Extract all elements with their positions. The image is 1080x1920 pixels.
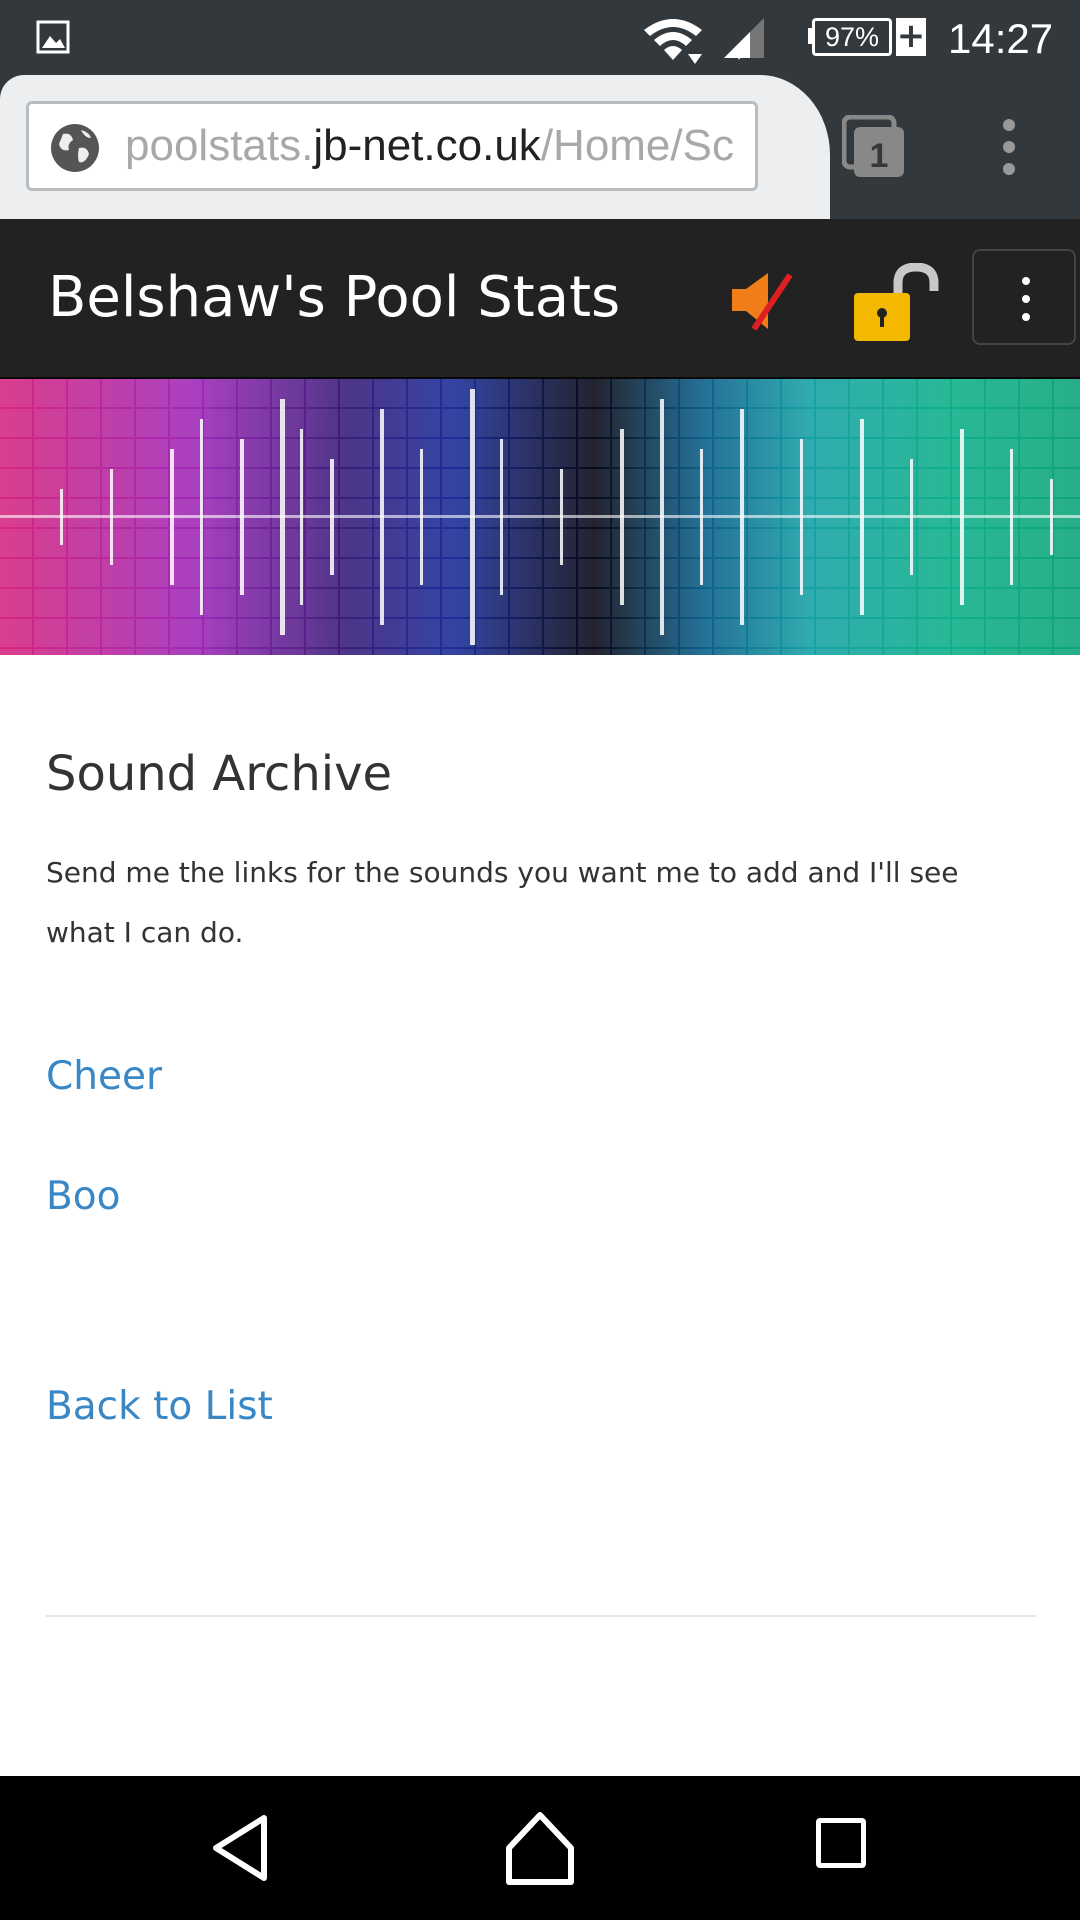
battery-percent: 97%: [824, 22, 880, 52]
more-vert-icon: [1003, 119, 1015, 175]
back-to-list-link[interactable]: Back to List: [46, 1382, 273, 1432]
url-prefix: poolstats.: [125, 121, 314, 170]
sound-wave-graphic: [0, 379, 1080, 655]
tab-switcher-button[interactable]: 1: [841, 114, 908, 181]
sound-link-cheer[interactable]: Cheer: [46, 1052, 162, 1102]
menu-toggle-button[interactable]: [972, 249, 1076, 345]
toggle-dot: [1022, 295, 1030, 303]
charging-icon: +: [896, 16, 926, 56]
back-icon[interactable]: [210, 1812, 270, 1884]
tab-switcher-icon: 1: [841, 114, 904, 177]
system-navigation-bar: [0, 1776, 1080, 1920]
sound-link-boo[interactable]: Boo: [46, 1172, 120, 1222]
clock: 14:27: [948, 15, 1054, 62]
toggle-dot: [1022, 313, 1030, 321]
app-navbar: Belshaw's Pool Stats: [0, 219, 1080, 379]
sound-wave-banner: [0, 379, 1080, 655]
unlocked-padlock-icon[interactable]: [850, 263, 942, 345]
page-title: Sound Archive: [46, 746, 393, 802]
url-text[interactable]: poolstats.jb-net.co.uk/Home/Sc: [125, 104, 734, 188]
url-domain: jb-net.co.uk: [313, 121, 541, 170]
battery-icon: 97%: [812, 18, 892, 56]
gallery-icon: [36, 20, 70, 54]
url-bar[interactable]: poolstats.jb-net.co.uk/Home/Sc: [26, 101, 758, 191]
globe-icon: [51, 124, 99, 172]
footer-divider: [46, 1615, 1036, 1617]
recent-apps-icon[interactable]: [816, 1818, 866, 1868]
tab-count: 1: [870, 137, 889, 175]
wifi-icon: [644, 19, 702, 64]
url-path: /Home/Sc: [540, 121, 734, 170]
brand-title[interactable]: Belshaw's Pool Stats: [48, 219, 620, 377]
browser-menu-button[interactable]: [990, 115, 1028, 179]
browser-toolbar: poolstats.jb-net.co.uk/Home/Sc 1: [0, 75, 1080, 219]
status-bar: 97% + 14:27: [0, 0, 1080, 75]
home-icon[interactable]: [505, 1810, 575, 1886]
sound-muted-icon[interactable]: [728, 269, 798, 333]
signal-icon: [724, 18, 764, 60]
toggle-dot: [1022, 277, 1030, 285]
page-description: Send me the links for the sounds you wan…: [46, 856, 959, 949]
